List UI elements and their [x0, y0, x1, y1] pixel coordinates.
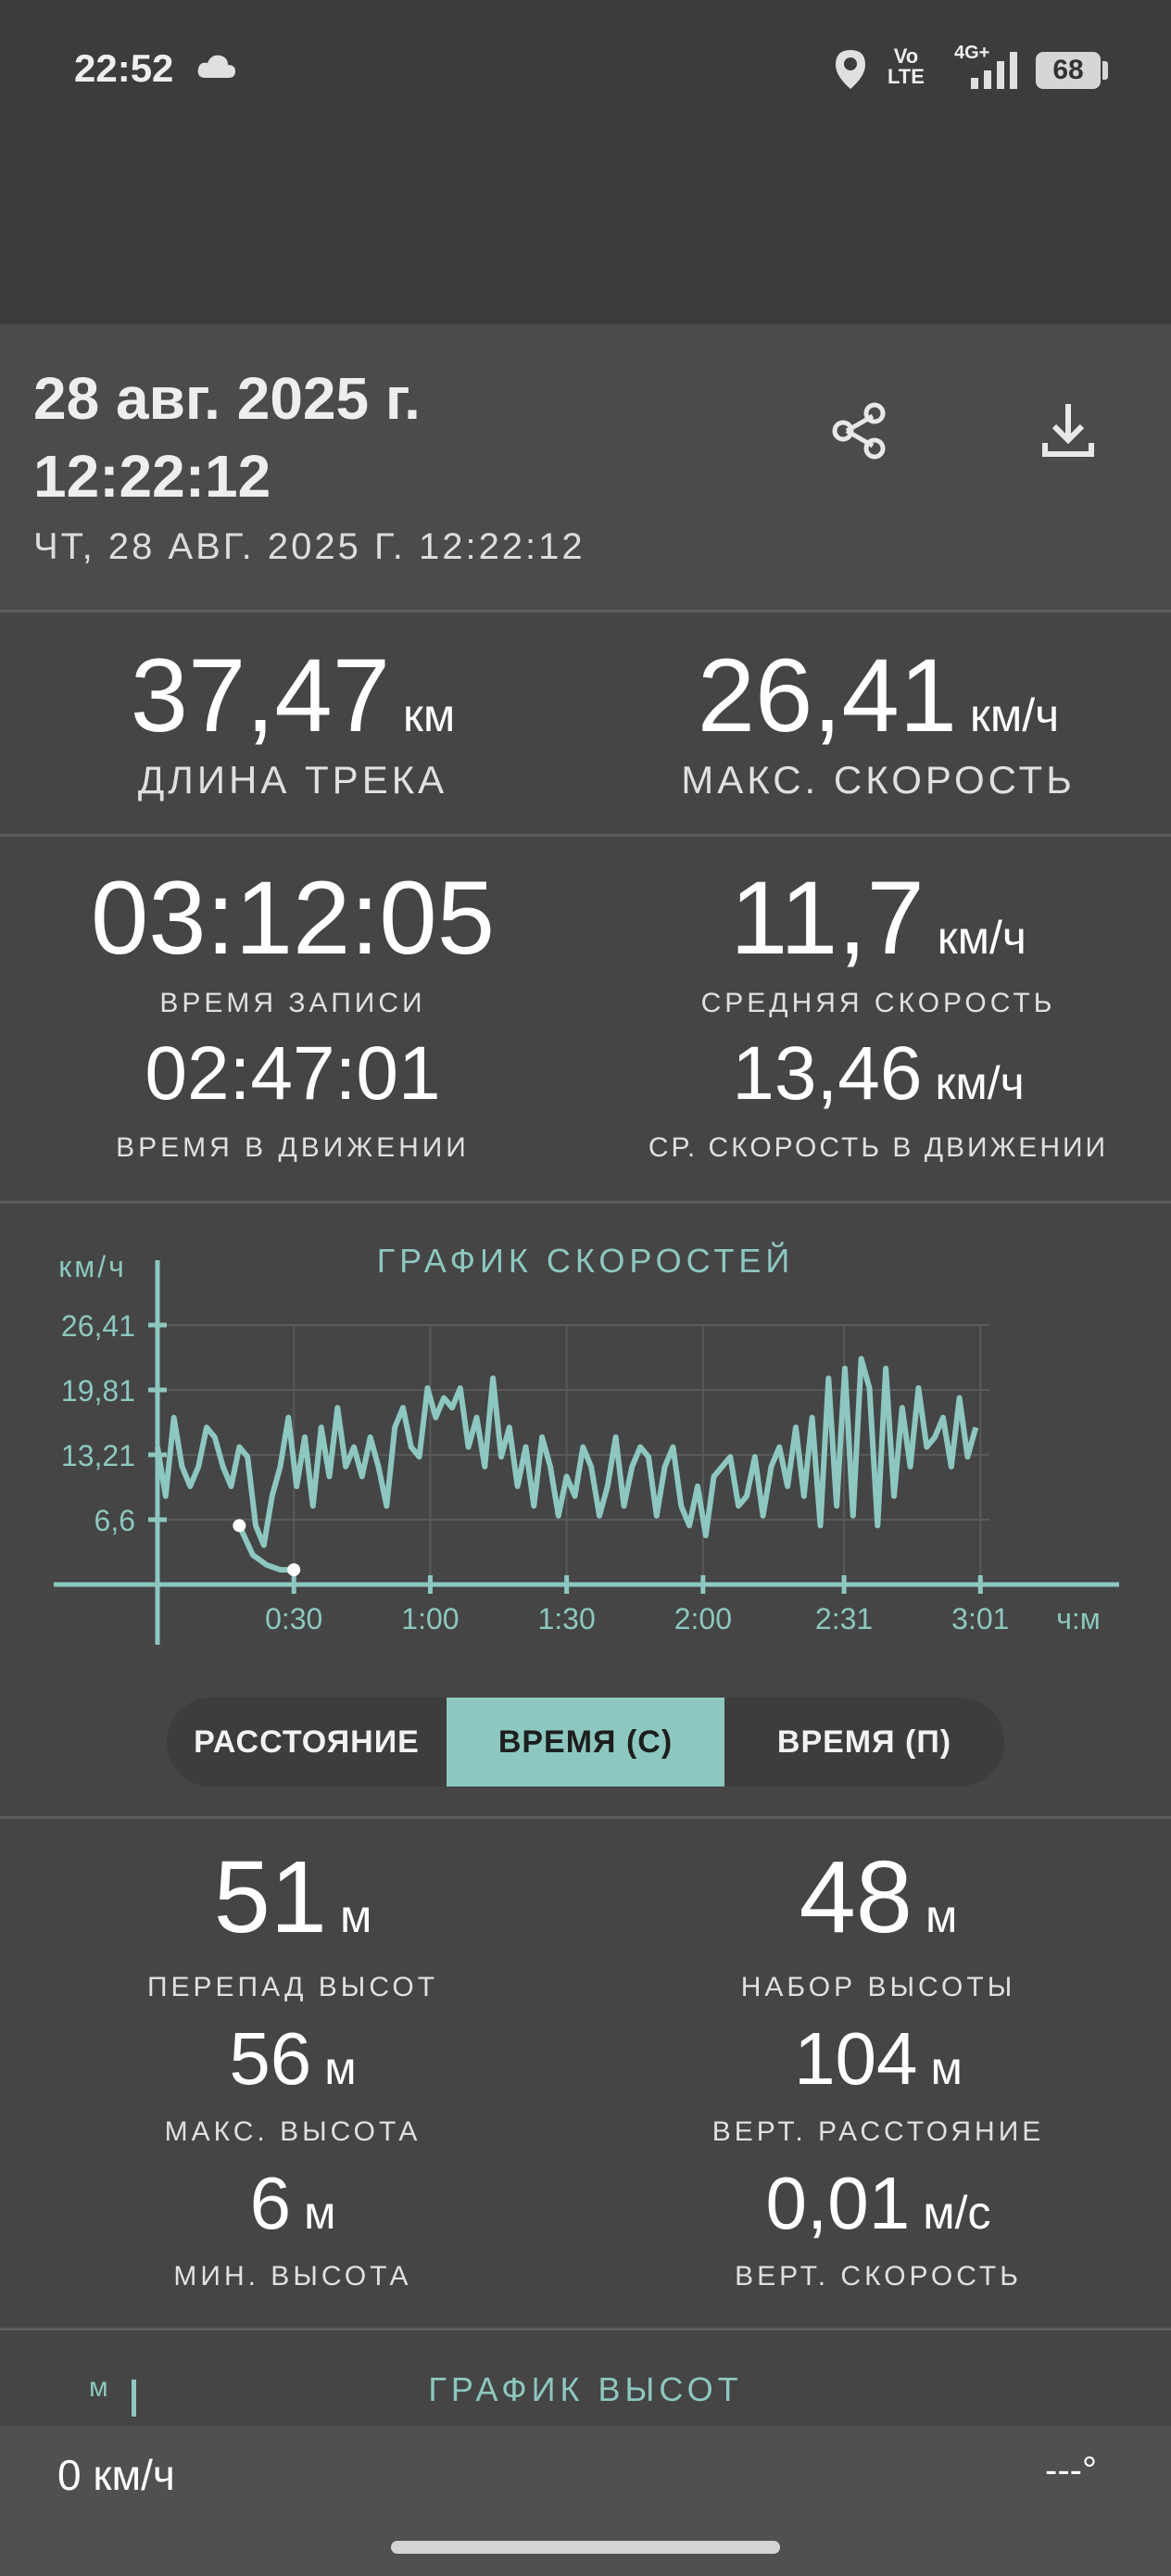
- vert-distance-value: 104 м: [794, 2017, 963, 2100]
- location-icon: [834, 48, 867, 95]
- y-tick-label: 6,6: [94, 1504, 135, 1537]
- distance-label: ДЛИНА ТРЕКА: [137, 758, 448, 802]
- divider: [0, 610, 1171, 612]
- max-speed-label: МАКС. СКОРОСТЬ: [681, 758, 1076, 802]
- altitude-diff-value: 51 м: [213, 1840, 372, 1954]
- max-speed-value: 26,41 км/ч: [697, 638, 1060, 753]
- x-axis-label: ч:м: [1056, 1602, 1101, 1635]
- divider: [0, 1816, 1171, 1819]
- speed-chart[interactable]: 26,41 19,81 13,21 6,6 0:30 1:00 1:30 2:00 2:31 3:…: [0, 1242, 1171, 1668]
- x-tick-label: 2:31: [815, 1602, 873, 1635]
- share-button[interactable]: [815, 387, 902, 474]
- distance-value: 37,47 км: [130, 638, 456, 753]
- pause-marker: [287, 1563, 301, 1577]
- x-tick-label: 3:01: [951, 1602, 1009, 1635]
- altitude-max-value: 56 м: [229, 2017, 357, 2100]
- signal-icon: [963, 48, 1019, 95]
- moving-time-value: 02:47:01: [145, 1031, 441, 1116]
- bearing: ---°: [1045, 2450, 1097, 2491]
- avg-speed-label: СРЕДНЯЯ СКОРОСТЬ: [700, 988, 1056, 1018]
- altitude-chart-axis: [132, 2380, 136, 2417]
- altitude-gain-label: НАБОР ВЫСОТЫ: [740, 1972, 1016, 2002]
- segment-distance[interactable]: РАССТОЯНИЕ: [167, 1698, 447, 1787]
- altitude-diff-label: ПЕРЕПАД ВЫСОТ: [146, 1972, 439, 2002]
- x-tick-label: 0:30: [265, 1602, 322, 1635]
- altitude-gain-value: 48 м: [799, 1840, 958, 1954]
- battery-tip: [1102, 61, 1108, 80]
- pause-marker: [233, 1519, 246, 1533]
- divider: [0, 2328, 1171, 2330]
- altitude-min-value: 6м: [249, 2162, 336, 2244]
- avg-moving-speed-value: 13,46 км/ч: [732, 1031, 1025, 1116]
- divider: [0, 1201, 1171, 1204]
- current-speed: 0 км/ч: [57, 2451, 175, 2499]
- chart-mode-segmented-control: РАССТОЯНИЕ ВРЕМЯ (С) ВРЕМЯ (П): [167, 1698, 1004, 1787]
- avg-speed-value: 11,7 км/ч: [730, 860, 1026, 976]
- x-tick-label: 1:00: [401, 1602, 459, 1635]
- track-title: 28 авг. 2025 г. 12:22:12: [33, 365, 421, 510]
- y-tick-label: 26,41: [61, 1309, 135, 1343]
- y-tick-label: 19,81: [61, 1374, 135, 1408]
- share-icon: [832, 402, 886, 460]
- altitude-min-label: МИН. ВЫСОТА: [173, 2261, 412, 2292]
- download-button[interactable]: [1025, 387, 1112, 474]
- home-indicator[interactable]: [391, 2541, 780, 2554]
- x-tick-label: 1:30: [537, 1602, 595, 1635]
- record-time-value: 03:12:05: [91, 860, 495, 976]
- cloud-icon: [196, 52, 237, 84]
- track-subtitle: ЧТ, 28 АВГ. 2025 Г. 12:22:12: [33, 526, 586, 567]
- avg-moving-speed-label: СР. СКОРОСТЬ В ДВИЖЕНИИ: [648, 1132, 1109, 1163]
- altitude-max-label: МАКС. ВЫСОТА: [164, 2116, 422, 2147]
- segment-time-c[interactable]: ВРЕМЯ (С): [447, 1698, 724, 1787]
- volte-indicator: Vo LTE: [888, 44, 925, 88]
- divider: [0, 834, 1171, 837]
- y-axis-label: км/ч: [58, 1250, 127, 1283]
- altitude-chart-unit: м: [89, 2372, 108, 2403]
- altitude-chart-title: ГРАФИК ВЫСОТ: [428, 2370, 743, 2408]
- x-tick-label: 2:00: [674, 1602, 732, 1635]
- vert-speed-value: 0,01 м/с: [765, 2162, 991, 2244]
- battery-indicator: 68: [1036, 52, 1101, 89]
- segment-time-p[interactable]: ВРЕМЯ (П): [724, 1698, 1004, 1787]
- vert-distance-label: ВЕРТ. РАССТОЯНИЕ: [711, 2116, 1045, 2147]
- moving-time-label: ВРЕМЯ В ДВИЖЕНИИ: [116, 1132, 470, 1163]
- status-clock: 22:52: [74, 46, 174, 90]
- download-icon: [1042, 404, 1094, 457]
- vert-speed-label: ВЕРТ. СКОРОСТЬ: [735, 2261, 1022, 2292]
- record-time-label: ВРЕМЯ ЗАПИСИ: [159, 988, 426, 1018]
- y-tick-label: 13,21: [61, 1439, 135, 1472]
